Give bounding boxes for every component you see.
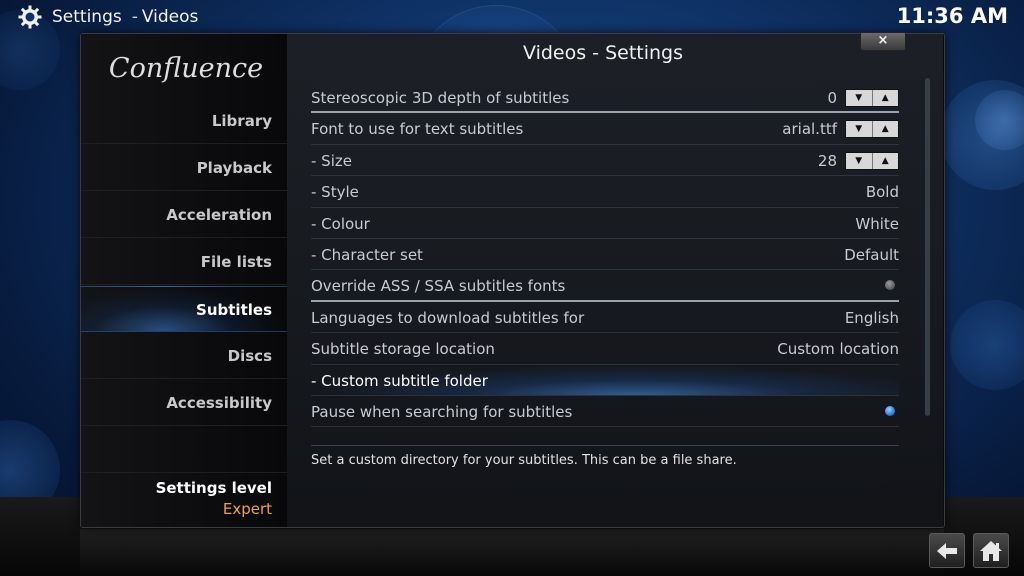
sidebar-item-accessibility[interactable]: Accessibility: [81, 380, 287, 426]
spin-down-button[interactable]: ▼: [846, 153, 872, 169]
dialog-reflection: [80, 529, 944, 576]
close-button[interactable]: ×: [860, 32, 906, 51]
breadcrumb-separator: -: [131, 7, 138, 27]
setting-label: Pause when searching for subtitles: [311, 402, 573, 421]
back-button[interactable]: [929, 533, 965, 568]
setting-row-font[interactable]: Font to use for text subtitles arial.ttf…: [311, 113, 899, 145]
setting-label: - Style: [311, 183, 359, 202]
setting-row-3d-depth[interactable]: Stereoscopic 3D depth of subtitles 0 ▼ ▲: [311, 82, 899, 114]
sidebar-item-subtitles[interactable]: Subtitles: [81, 286, 287, 332]
scrollbar[interactable]: [925, 78, 930, 416]
clock: 11:36 AM: [896, 4, 1008, 28]
setting-label: - Custom subtitle folder: [311, 371, 488, 390]
setting-value: Default: [844, 245, 899, 264]
setting-label: - Character set: [311, 245, 423, 264]
dialog-title: Videos - Settings: [523, 42, 683, 64]
setting-row-style[interactable]: - Style Bold: [311, 176, 899, 208]
settings-panel: Videos - Settings × Stereoscopic 3D dept…: [287, 32, 943, 527]
setting-value: Custom location: [777, 340, 899, 359]
spin-up-button[interactable]: ▲: [871, 121, 899, 138]
settings-list: Stereoscopic 3D depth of subtitles 0 ▼ ▲…: [311, 82, 899, 428]
sidebar-item-playback[interactable]: Playback: [81, 145, 287, 191]
settings-sidebar: Confluence Library Playback Acceleration…: [81, 34, 287, 527]
spin-up-button[interactable]: ▲: [871, 90, 899, 106]
radio-toggle-on[interactable]: [885, 405, 895, 416]
setting-value: English: [844, 308, 899, 327]
setting-description: Set a custom directory for your subtitle…: [311, 453, 737, 468]
gear-icon: [18, 5, 42, 29]
setting-label: Stereoscopic 3D depth of subtitles: [311, 89, 570, 107]
setting-value: 0: [827, 89, 837, 107]
breadcrumb: Settings - Videos: [18, 5, 198, 29]
setting-row-download-languages[interactable]: Languages to download subtitles for Engl…: [311, 302, 899, 334]
setting-label: Languages to download subtitles for: [311, 308, 585, 327]
setting-row-colour[interactable]: - Colour White: [311, 208, 899, 239]
setting-row-override-ass[interactable]: Override ASS / SSA subtitles fonts: [311, 270, 899, 302]
setting-value: Bold: [865, 183, 899, 202]
settings-dialog: Confluence Library Playback Acceleration…: [80, 32, 945, 528]
setting-row-pause-searching[interactable]: Pause when searching for subtitles: [311, 396, 899, 428]
background-bubble: [950, 300, 1024, 390]
back-icon: [937, 542, 957, 559]
sidebar-item-acceleration[interactable]: Acceleration: [81, 192, 287, 238]
description-divider: [311, 445, 899, 446]
sidebar-spacer: [81, 427, 287, 473]
spin-down-button[interactable]: ▼: [846, 121, 872, 137]
spinner-control: ▼ ▲: [845, 151, 899, 170]
setting-row-charset[interactable]: - Character set Default: [311, 239, 899, 271]
setting-label: - Size: [311, 151, 352, 170]
sidebar-item-discs[interactable]: Discs: [81, 333, 287, 379]
setting-row-storage-location[interactable]: Subtitle storage location Custom locatio…: [311, 333, 899, 365]
breadcrumb-section: Settings: [52, 7, 122, 27]
spin-up-button[interactable]: ▲: [871, 152, 899, 169]
confluence-logo: Confluence: [108, 53, 264, 84]
setting-row-size[interactable]: - Size 28 ▼ ▲: [311, 145, 899, 177]
settings-level-value[interactable]: Expert: [81, 500, 272, 518]
radio-toggle-off[interactable]: [885, 280, 895, 291]
home-icon: [980, 540, 1002, 561]
setting-value: arial.ttf: [782, 120, 837, 139]
spinner-control: ▼ ▲: [845, 89, 899, 107]
settings-level-label[interactable]: Settings level: [81, 479, 272, 497]
home-button[interactable]: [973, 533, 1009, 568]
setting-value: 28: [817, 151, 837, 170]
setting-label: Override ASS / SSA subtitles fonts: [311, 277, 566, 296]
spin-down-button[interactable]: ▼: [846, 90, 872, 106]
setting-label: Subtitle storage location: [311, 340, 495, 359]
sidebar-item-file-lists[interactable]: File lists: [81, 239, 287, 285]
setting-value: White: [855, 214, 899, 233]
sidebar-item-library[interactable]: Library: [81, 98, 287, 144]
setting-label: - Colour: [311, 214, 370, 233]
setting-label: Font to use for text subtitles: [311, 120, 524, 139]
spinner-control: ▼ ▲: [845, 120, 899, 139]
breadcrumb-subsection: Videos: [141, 7, 199, 27]
setting-row-custom-folder[interactable]: - Custom subtitle folder: [311, 364, 899, 396]
